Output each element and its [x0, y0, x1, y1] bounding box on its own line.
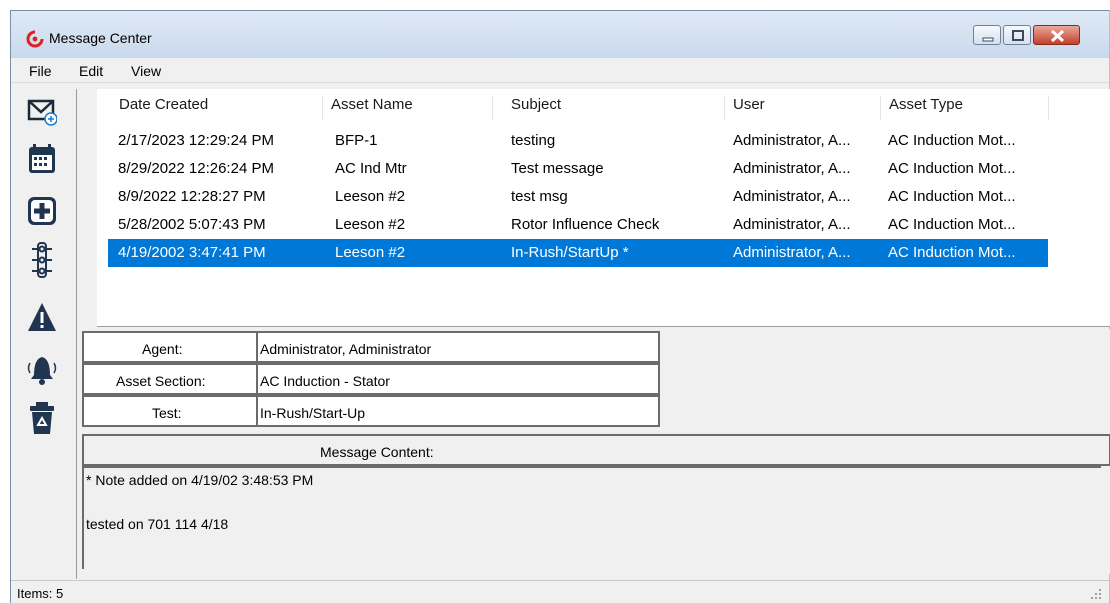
new-message-icon: [27, 99, 58, 126]
cell-asset-name: BFP-1: [335, 132, 378, 149]
cell-date-created: 2/17/2023 12:29:24 PM: [118, 132, 274, 149]
message-content-body[interactable]: * Note added on 4/19/02 3:48:53 PM teste…: [82, 466, 1101, 569]
column-header-user[interactable]: User: [725, 96, 881, 120]
cell-asset-name: Leeson #2: [335, 216, 406, 233]
app-logo-icon: [26, 30, 44, 48]
agent-value-cell: Administrator, Administrator: [256, 331, 660, 363]
column-header-asset-type[interactable]: Asset Type: [881, 96, 1049, 120]
warning-icon: [28, 303, 56, 331]
table-row[interactable]: 2/17/2023 12:29:24 PM BFP-1 testing Admi…: [108, 127, 1048, 155]
test-label: Test:: [152, 405, 182, 421]
maximize-icon: [1012, 30, 1024, 41]
cell-asset-type: AC Induction Mot...: [888, 132, 1016, 149]
asset-section-label: Asset Section:: [116, 373, 206, 389]
traffic-light-button[interactable]: [27, 241, 57, 278]
message-content-header: Message Content:: [82, 434, 660, 466]
cell-asset-type: AC Induction Mot...: [888, 216, 1016, 233]
asset-section-label-cell: Asset Section:: [82, 363, 258, 395]
cell-subject: Test message: [511, 160, 604, 177]
agent-value: Administrator, Administrator: [260, 341, 432, 357]
message-content-line-1: * Note added on 4/19/02 3:48:53 PM: [86, 472, 314, 488]
message-content-header-filler: [658, 434, 1110, 466]
side-toolbar: [13, 89, 77, 579]
minimize-icon: [982, 37, 994, 42]
asset-section-value-cell: AC Induction - Stator: [256, 363, 660, 395]
add-button[interactable]: [27, 194, 57, 230]
table-row-selected[interactable]: 4/19/2002 3:47:41 PM Leeson #2 In-Rush/S…: [108, 239, 1048, 267]
cell-subject: Rotor Influence Check: [511, 216, 660, 233]
close-button[interactable]: [1033, 25, 1080, 45]
message-content-label: Message Content:: [320, 444, 434, 460]
cell-date-created: 8/29/2022 12:26:24 PM: [118, 160, 274, 177]
test-label-cell: Test:: [82, 395, 258, 427]
status-bar: Items: 5: [11, 580, 1109, 603]
cell-user: Administrator, A...: [733, 132, 851, 149]
items-count: Items: 5: [17, 586, 64, 601]
message-list[interactable]: Date Created Asset Name Subject User Ass…: [97, 89, 1110, 327]
cell-user: Administrator, A...: [733, 216, 851, 233]
table-row[interactable]: 8/9/2022 12:28:27 PM Leeson #2 test msg …: [108, 183, 1048, 211]
recycle-bin-icon: [30, 402, 54, 434]
message-content-line-2: tested on 701 114 4/18: [86, 516, 229, 532]
add-icon: [28, 197, 56, 225]
table-row[interactable]: 5/28/2002 5:07:43 PM Leeson #2 Rotor Inf…: [108, 211, 1048, 239]
cell-subject: In-Rush/StartUp *: [511, 244, 629, 261]
alarm-bell-button[interactable]: [27, 351, 57, 387]
cell-asset-name: AC Ind Mtr: [335, 160, 407, 177]
menu-bar: File Edit View: [11, 58, 1109, 83]
cell-asset-name: Leeson #2: [335, 244, 406, 261]
resize-grip-icon[interactable]: [1091, 589, 1101, 599]
cell-asset-type: AC Induction Mot...: [888, 160, 1016, 177]
column-header-date-created[interactable]: Date Created: [111, 96, 323, 120]
title-bar: Message Center: [11, 11, 1109, 58]
test-value: In-Rush/Start-Up: [260, 405, 366, 421]
cell-date-created: 8/9/2022 12:28:27 PM: [118, 188, 266, 205]
window-title: Message Center: [49, 30, 152, 46]
recycle-bin-button[interactable]: [27, 401, 57, 437]
message-center-window: Message Center File Edit View Date Creat…: [10, 10, 1110, 603]
menu-view[interactable]: View: [131, 63, 161, 79]
warning-button[interactable]: [27, 301, 57, 337]
close-icon: [1050, 29, 1065, 43]
table-row[interactable]: 8/29/2022 12:26:24 PM AC Ind Mtr Test me…: [108, 155, 1048, 183]
agent-label-cell: Agent:: [82, 331, 258, 363]
traffic-light-icon: [32, 242, 52, 278]
cell-user: Administrator, A...: [733, 160, 851, 177]
cell-asset-name: Leeson #2: [335, 188, 406, 205]
menu-edit[interactable]: Edit: [79, 63, 103, 79]
minimize-button[interactable]: [973, 25, 1001, 45]
calendar-icon: [29, 144, 55, 173]
cell-date-created: 4/19/2002 3:47:41 PM: [118, 244, 266, 261]
cell-subject: test msg: [511, 188, 568, 205]
alarm-bell-icon: [27, 357, 57, 385]
cell-user: Administrator, A...: [733, 188, 851, 205]
message-detail-panel: Agent: Administrator, Administrator Asse…: [80, 329, 1110, 574]
calendar-button[interactable]: [27, 142, 57, 178]
column-header-asset-name[interactable]: Asset Name: [323, 96, 493, 120]
asset-section-value: AC Induction - Stator: [260, 373, 390, 389]
cell-asset-type: AC Induction Mot...: [888, 244, 1016, 261]
cell-user: Administrator, A...: [733, 244, 851, 261]
cell-date-created: 5/28/2002 5:07:43 PM: [118, 216, 266, 233]
test-value-cell: In-Rush/Start-Up: [256, 395, 660, 427]
cell-subject: testing: [511, 132, 556, 149]
new-message-button[interactable]: [27, 95, 58, 131]
agent-label: Agent:: [142, 341, 183, 357]
cell-asset-type: AC Induction Mot...: [888, 188, 1016, 205]
menu-file[interactable]: File: [29, 63, 52, 79]
maximize-button[interactable]: [1003, 25, 1031, 45]
column-header-subject[interactable]: Subject: [503, 96, 725, 120]
